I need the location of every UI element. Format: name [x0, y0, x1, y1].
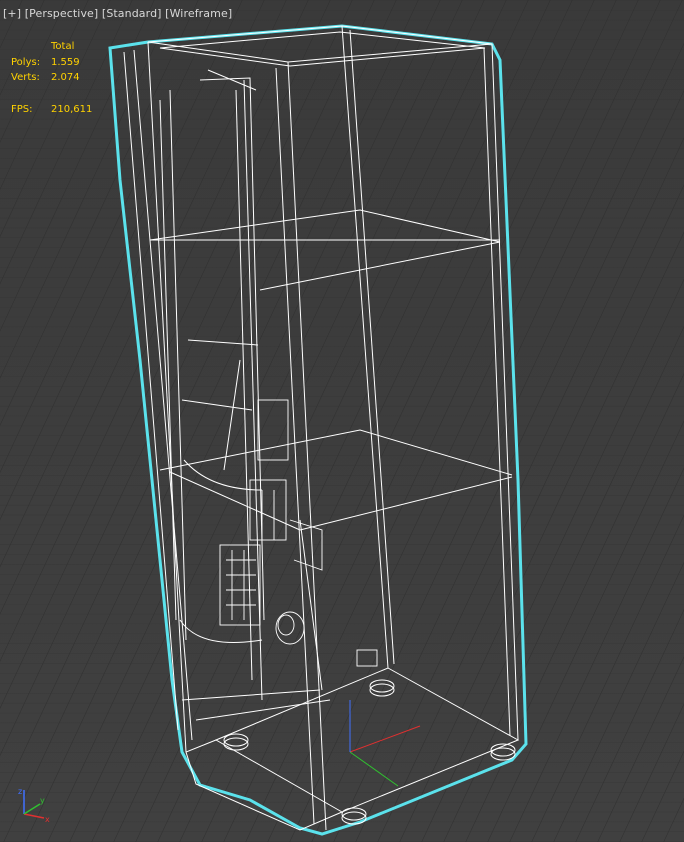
viewport-perspective-menu[interactable]: [Perspective] [25, 7, 99, 20]
viewport-shading-menu[interactable]: [Standard] [102, 7, 162, 20]
svg-text:y: y [40, 796, 45, 805]
scene-statistics: Total Polys: 1.559 Verts: 2.074 FPS: 210… [11, 39, 92, 117]
viewport-plus-menu[interactable]: [+] [3, 7, 21, 20]
verts-label: Verts: [11, 72, 40, 83]
stats-polys-row: Polys: 1.559 [11, 55, 92, 71]
svg-text:x: x [45, 815, 50, 824]
stats-verts-row: Verts: 2.074 [11, 70, 92, 86]
xyz-axis-icon: z x y [18, 787, 50, 824]
viewport-display-menu[interactable]: [Wireframe] [165, 7, 232, 20]
stats-fps-row: FPS: 210,611 [11, 102, 92, 118]
perspective-viewport[interactable]: [+] [Perspective] [Standard] [Wireframe]… [0, 0, 684, 842]
verts-value: 2.074 [51, 72, 80, 83]
wireframe-scene[interactable] [0, 0, 684, 842]
stats-header: Total [51, 41, 75, 52]
fps-label: FPS: [11, 103, 33, 115]
stats-gap [11, 86, 92, 102]
viewport-label[interactable]: [+] [Perspective] [Standard] [Wireframe] [3, 7, 232, 20]
polys-value: 1.559 [51, 56, 80, 68]
polys-label: Polys: [11, 56, 41, 68]
fps-value: 210,611 [51, 103, 93, 115]
ground-grid [0, 0, 684, 842]
svg-text:z: z [18, 787, 22, 796]
